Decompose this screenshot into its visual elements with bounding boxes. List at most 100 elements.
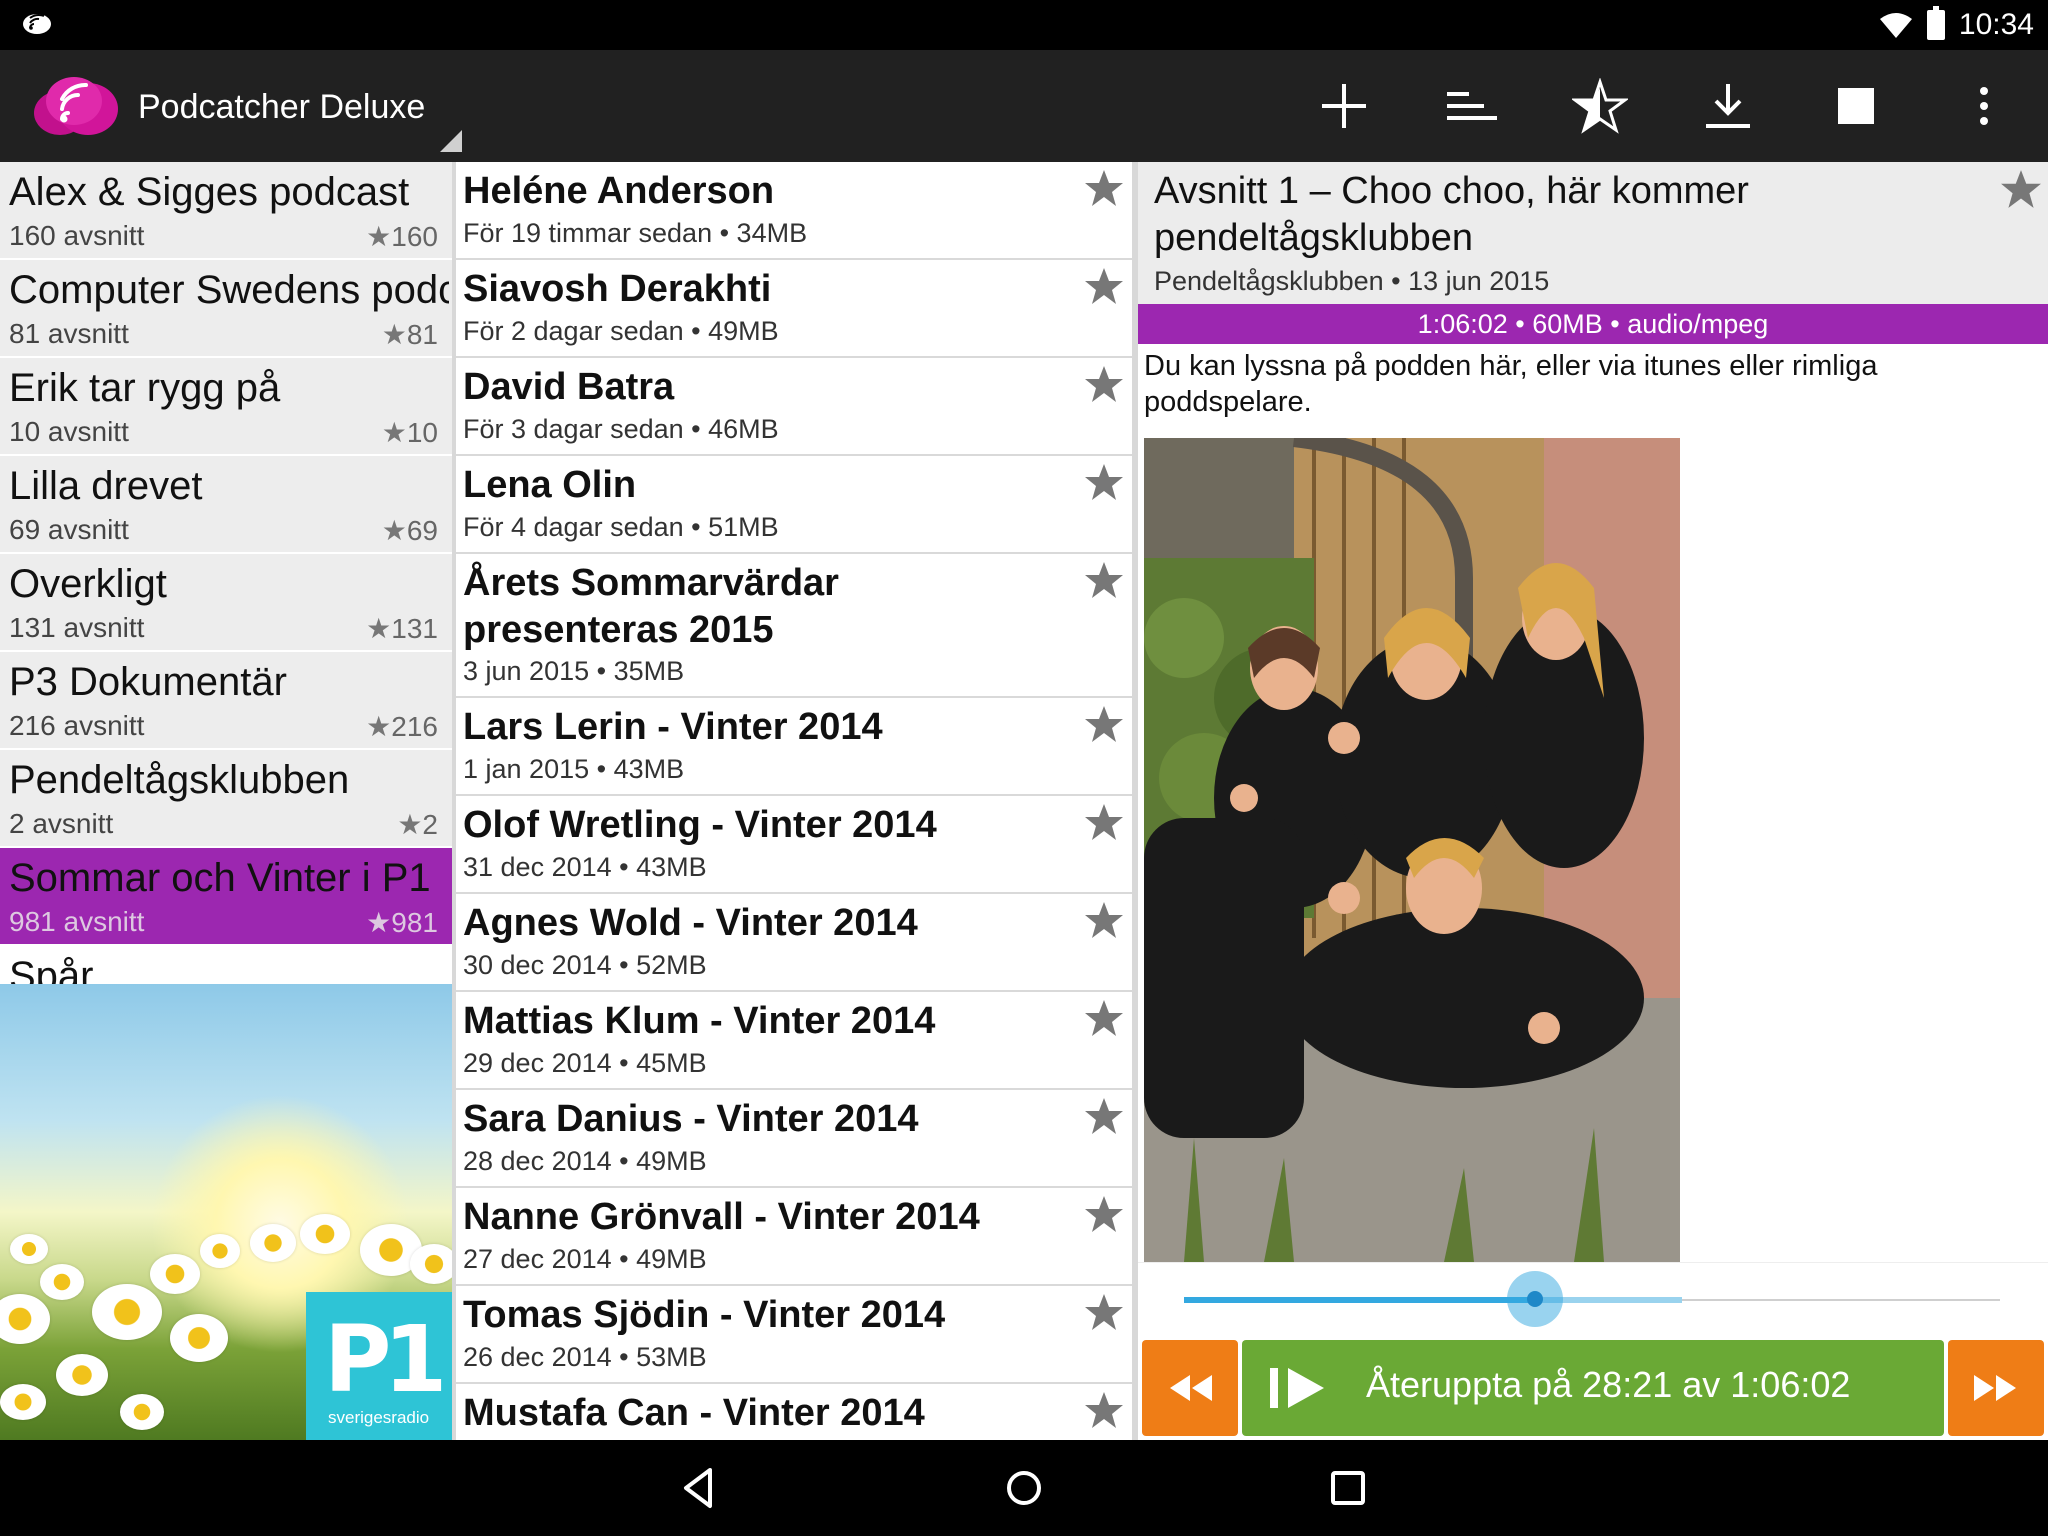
episode-meta: 30 dec 2014 • 52MB [463,950,707,980]
episode-meta: 31 dec 2014 • 43MB [463,852,707,882]
episode-meta: För 4 dagar sedan • 51MB [463,512,779,542]
star-icon: ★ [381,319,407,350]
episode-row[interactable]: Siavosh Derakhti För 2 dagar sedan • 49M… [456,260,1132,358]
overflow-menu-button[interactable] [1956,78,2012,134]
plus-icon [1322,84,1366,128]
select-button[interactable] [1828,78,1884,134]
back-icon[interactable] [676,1464,724,1512]
feed-star-count: 160 [391,221,438,252]
feed-star-count: 981 [391,907,438,938]
feed-episode-count: 69 avsnitt [9,514,129,545]
home-icon[interactable] [1000,1464,1048,1512]
star-icon[interactable] [1084,1390,1124,1430]
app-logo-icon[interactable] [26,73,122,139]
feed-item[interactable]: Spår [0,946,452,998]
feed-item-selected[interactable]: Sommar och Vinter i P1 981 avsnitt ★981 [0,848,452,946]
feed-item[interactable]: Alex & Sigges podcast 160 avsnitt ★160 [0,162,452,260]
feed-episode-count: 216 avsnitt [9,710,145,741]
star-icon[interactable] [1084,704,1124,744]
episode-meta: 27 dec 2014 • 49MB [463,1244,707,1274]
episode-row[interactable]: Årets Sommarvärdar presenteras 2015 3 ju… [456,554,1132,698]
resume-label: Återuppta på 28:21 av 1:06:02 [1366,1364,1851,1405]
feed-item[interactable]: Computer Swedens podc 81 avsnitt ★81 [0,260,452,358]
episode-title: Nanne Grönvall - Vinter 2014 [463,1196,980,1238]
feed-episode-count: 2 avsnitt [9,808,114,839]
star-icon[interactable] [1084,1096,1124,1136]
p1-logo-text: P1 [324,1306,447,1413]
episode-title: Heléne Anderson [463,170,775,212]
feed-item[interactable]: Lilla drevet 69 avsnitt ★69 [0,456,452,554]
action-bar: Podcatcher Deluxe [0,50,2048,162]
episode-meta: För 3 dagar sedan • 46MB [463,414,779,444]
episode-info-bar: 1:06:02 • 60MB • audio/mpeg [1138,304,2048,344]
sort-button[interactable] [1444,78,1500,134]
feed-item[interactable]: Overkligt 131 avsnitt ★131 [0,554,452,652]
seek-slider[interactable] [1138,1262,2048,1334]
episode-row[interactable]: Nanne Grönvall - Vinter 2014 27 dec 2014… [456,1188,1132,1286]
favorites-button[interactable] [1572,78,1628,134]
episode-title: Lars Lerin - Vinter 2014 [463,706,883,748]
star-icon[interactable] [1084,364,1124,404]
fast-forward-button[interactable] [1948,1340,2044,1436]
feed-episode-count: 131 avsnitt [9,612,145,643]
progress-bar [1184,1297,1535,1303]
feed-item[interactable]: Erik tar rygg på 10 avsnitt ★10 [0,358,452,456]
star-icon[interactable] [1084,802,1124,842]
episode-detail-subtitle: Pendeltågsklubben • 13 jun 2015 [1154,266,1550,296]
episode-row[interactable]: Mattias Klum - Vinter 2014 29 dec 2014 •… [456,992,1132,1090]
episode-row[interactable]: Lena Olin För 4 dagar sedan • 51MB [456,456,1132,554]
episode-title: Årets Sommarvärdar presenteras 2015 [463,562,839,651]
episode-list: Heléne Anderson För 19 timmar sedan • 34… [456,162,1132,1440]
seek-thumb[interactable] [1526,1291,1543,1307]
fast-forward-icon [1974,1375,2016,1401]
episode-row[interactable]: Sara Danius - Vinter 2014 28 dec 2014 • … [456,1090,1132,1188]
episode-title: Sara Danius - Vinter 2014 [463,1098,919,1140]
playback-controls: Återuppta på 28:21 av 1:06:02 [1138,1338,2048,1436]
more-vert-icon [1980,87,1988,125]
episode-row[interactable]: Mustafa Can - Vinter 2014 [456,1384,1132,1440]
episode-detail-title: Avsnitt 1 – Choo choo, här kommer pendel… [1154,170,1749,259]
rewind-icon [1170,1375,1212,1401]
feed-episode-count: 981 avsnitt [9,906,145,937]
star-icon[interactable] [1084,168,1124,208]
feed-star-count: 131 [391,613,438,644]
episode-row[interactable]: Lars Lerin - Vinter 2014 1 jan 2015 • 43… [456,698,1132,796]
star-icon[interactable] [1084,900,1124,940]
star-icon[interactable] [1084,462,1124,502]
star-icon[interactable] [1084,560,1124,600]
wifi-icon [1879,13,1912,38]
app-title[interactable]: Podcatcher Deluxe [138,88,425,127]
resume-play-button[interactable]: Återuppta på 28:21 av 1:06:02 [1242,1340,1944,1436]
star-icon[interactable] [2000,168,2042,210]
episode-title: Mattias Klum - Vinter 2014 [463,1000,936,1042]
star-icon: ★ [366,613,392,644]
episode-meta: 26 dec 2014 • 53MB [463,1342,707,1372]
episode-row[interactable]: David Batra För 3 dagar sedan • 46MB [456,358,1132,456]
add-button[interactable] [1316,78,1372,134]
star-icon[interactable] [1084,266,1124,306]
episode-header: Avsnitt 1 – Choo choo, här kommer pendel… [1138,162,2048,304]
episode-row[interactable]: Heléne Anderson För 19 timmar sedan • 34… [456,162,1132,260]
star-outline-icon [1572,78,1628,134]
star-icon: ★ [397,809,423,840]
star-icon[interactable] [1084,1292,1124,1332]
feed-name: Computer Swedens podc [9,268,449,312]
feed-item[interactable]: P3 Dokumentär 216 avsnitt ★216 [0,652,452,750]
episode-row[interactable]: Olof Wretling - Vinter 2014 31 dec 2014 … [456,796,1132,894]
feed-name: Overkligt [9,562,167,606]
sort-icon [1447,92,1497,120]
star-icon[interactable] [1084,1194,1124,1234]
star-icon[interactable] [1084,998,1124,1038]
feed-item[interactable]: Pendeltågsklubben 2 avsnitt ★2 [0,750,452,848]
episode-title: Agnes Wold - Vinter 2014 [463,902,918,944]
rewind-button[interactable] [1142,1340,1238,1436]
navigation-bar [0,1440,2048,1536]
episode-meta: 29 dec 2014 • 45MB [463,1048,707,1078]
star-icon: ★ [366,907,392,938]
download-button[interactable] [1700,78,1756,134]
feed-list: Alex & Sigges podcast 160 avsnitt ★160 C… [0,162,452,1440]
episode-row[interactable]: Agnes Wold - Vinter 2014 30 dec 2014 • 5… [456,894,1132,992]
play-icon [1270,1368,1324,1408]
recents-icon[interactable] [1324,1464,1372,1512]
episode-row[interactable]: Tomas Sjödin - Vinter 2014 26 dec 2014 •… [456,1286,1132,1384]
